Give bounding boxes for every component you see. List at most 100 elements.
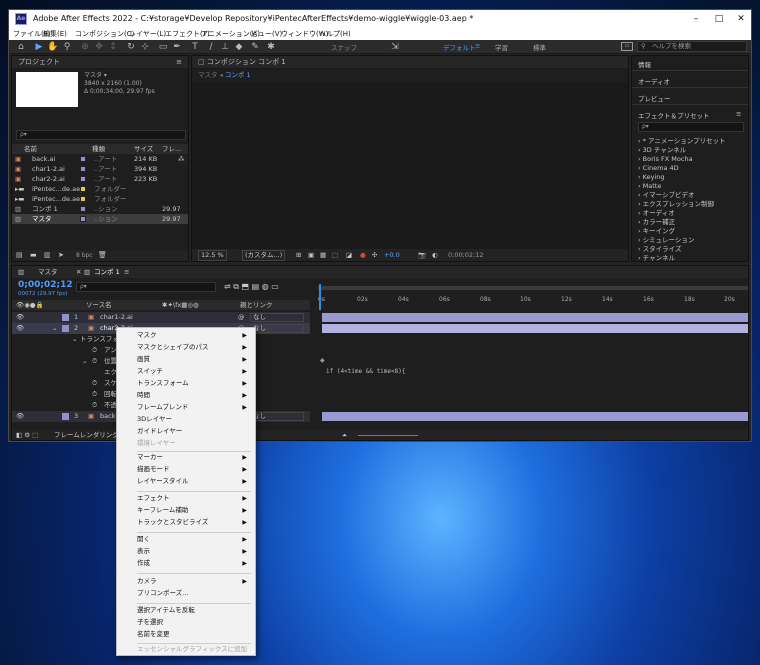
label-color[interactable] bbox=[80, 216, 86, 222]
column-name[interactable]: 名前 bbox=[24, 144, 37, 154]
comp-flowchart-icon[interactable]: ⇌ bbox=[224, 282, 231, 291]
parent-select[interactable]: なし bbox=[250, 324, 304, 333]
pan-tool-icon[interactable]: ✥ bbox=[93, 41, 105, 53]
stopwatch-icon[interactable]: ⏱ bbox=[92, 389, 97, 400]
menu-item-mask-shape-path[interactable]: マスクとシェイプのパス ▶ bbox=[117, 342, 255, 353]
mask-visibility-icon[interactable]: ⬚ bbox=[332, 249, 338, 261]
zoom-slider[interactable] bbox=[358, 435, 418, 436]
label-color[interactable] bbox=[80, 176, 86, 182]
panel-menu-icon[interactable]: ≡ bbox=[176, 56, 188, 69]
expand-icon[interactable]: ⌄ bbox=[82, 356, 87, 367]
menu-composition[interactable]: コンポジション(C) bbox=[75, 29, 134, 39]
visibility-icon[interactable]: 👁 bbox=[16, 323, 24, 334]
pen-tool-icon[interactable]: ✒ bbox=[171, 41, 183, 53]
layer-row[interactable]: 👁 1 ▣ char1-2.ai @ なし bbox=[12, 312, 310, 323]
clone-stamp-tool-icon[interactable]: ⊥ bbox=[219, 41, 231, 53]
frame-blend-icon[interactable]: ▤ bbox=[252, 282, 260, 291]
motion-blur-icon[interactable]: ◍ bbox=[262, 282, 269, 291]
column-size[interactable]: サイズ bbox=[134, 144, 153, 154]
work-area-bar[interactable] bbox=[318, 286, 748, 290]
hand-tool-icon[interactable]: ✋ bbox=[47, 41, 59, 53]
menu-item-camera[interactable]: カメラ ▶ bbox=[117, 576, 255, 587]
info-panel-tab[interactable]: 情報 bbox=[638, 59, 651, 69]
visibility-icon[interactable]: 👁 bbox=[16, 312, 24, 323]
stopwatch-icon[interactable]: ⏱ bbox=[92, 400, 97, 411]
footer-toggle-icons[interactable]: ◧ ⚙ ⬚ bbox=[16, 430, 38, 440]
menu-item-invert-selection[interactable]: 選択アイテムを反転 bbox=[117, 605, 255, 616]
project-item[interactable]: ▣ char2-2.ai ..アート 223 KB bbox=[12, 174, 188, 184]
snap-icon[interactable]: ⇲ bbox=[389, 41, 401, 53]
snapshot-icon[interactable]: ▣ bbox=[308, 249, 314, 261]
timeline-timecode[interactable]: 0;00;02;12 bbox=[18, 280, 73, 290]
label-color[interactable] bbox=[62, 325, 69, 332]
menu-item-select-children[interactable]: 子を選択 bbox=[117, 617, 255, 628]
label-color[interactable] bbox=[80, 206, 86, 212]
effects-menu-icon[interactable]: ≡ bbox=[736, 110, 741, 118]
tab-master[interactable]: マスタ bbox=[38, 266, 58, 278]
workspace-standard[interactable]: 標準 bbox=[533, 42, 546, 52]
close-button[interactable]: ✕ bbox=[734, 12, 748, 26]
selection-tool-icon[interactable]: ▶ bbox=[33, 41, 45, 53]
snapping-label[interactable]: スナップ bbox=[331, 42, 357, 52]
effect-category[interactable]: › チャンネル bbox=[632, 253, 675, 261]
label-color[interactable] bbox=[80, 166, 86, 172]
menu-item-switch[interactable]: スイッチ ▶ bbox=[117, 366, 255, 377]
roto-brush-tool-icon[interactable]: ✎ bbox=[249, 41, 261, 53]
rectangle-tool-icon[interactable]: ▭ bbox=[157, 41, 169, 53]
project-item-selected[interactable]: ▥ マスタ ..ション 29.97 bbox=[12, 214, 188, 224]
exposure-value[interactable]: +0.0 bbox=[384, 249, 400, 261]
stopwatch-icon[interactable]: ⏱ bbox=[92, 356, 97, 367]
project-item[interactable]: ▣ back.ai ..アート 214 KB ⁂ bbox=[12, 154, 188, 164]
new-folder-icon[interactable]: ▬ bbox=[30, 250, 37, 261]
channel-icon[interactable]: ● bbox=[360, 249, 366, 261]
lock-icon[interactable]: ▢ bbox=[198, 58, 207, 66]
menu-item-keyframe-assistant[interactable]: キーフレーム補助 ▶ bbox=[117, 505, 255, 516]
parent-select[interactable]: なし bbox=[250, 412, 304, 421]
layer-duration-bar[interactable] bbox=[322, 324, 748, 333]
eraser-tool-icon[interactable]: ◆ bbox=[233, 41, 245, 53]
workspace-default[interactable]: デフォルト bbox=[443, 42, 476, 52]
label-color[interactable] bbox=[62, 314, 69, 321]
stopwatch-icon[interactable]: ⏱ bbox=[92, 345, 97, 356]
composition-viewer[interactable] bbox=[192, 82, 628, 249]
text-tool-icon[interactable]: T bbox=[189, 41, 201, 53]
pickwhip-icon[interactable]: @ bbox=[238, 312, 245, 323]
grid-icon[interactable]: ⊞ bbox=[296, 249, 301, 261]
parent-select[interactable]: なし bbox=[250, 313, 304, 322]
tab-close-icon[interactable]: ✕ bbox=[76, 266, 81, 278]
project-search-input[interactable]: ρ▾ bbox=[16, 130, 186, 140]
zoom-out-icon[interactable]: ⏶ bbox=[342, 430, 347, 440]
color-management-icon[interactable]: ✣ bbox=[372, 249, 377, 261]
camera-icon[interactable]: 📷 bbox=[418, 249, 426, 261]
bit-depth[interactable]: 8 bpc bbox=[76, 250, 93, 261]
dolly-tool-icon[interactable]: ↕ bbox=[107, 41, 119, 53]
timeline-search-input[interactable]: ρ▾ bbox=[76, 282, 216, 292]
stopwatch-icon[interactable]: ⏱ bbox=[92, 378, 97, 389]
expand-icon[interactable]: ⌄ bbox=[52, 323, 57, 334]
menu-item-track-stabilize[interactable]: トラックとスタビライズ ▶ bbox=[117, 517, 255, 528]
menu-item-rename[interactable]: 名前を変更 bbox=[117, 629, 255, 640]
menu-item-reveal[interactable]: 表示 ▶ bbox=[117, 546, 255, 557]
menu-item-3d-layer[interactable]: 3Dレイヤー bbox=[117, 414, 255, 425]
expression-text[interactable]: if (4<time && time<8){ bbox=[326, 368, 405, 375]
workspace-learn[interactable]: 学習 bbox=[495, 42, 508, 52]
zoom-tool-icon[interactable]: ⚲ bbox=[61, 41, 73, 53]
maximize-button[interactable]: □ bbox=[712, 12, 726, 26]
help-search-input[interactable]: ⚲ ヘルプを検索 bbox=[637, 41, 747, 52]
label-color[interactable] bbox=[80, 196, 86, 202]
effects-search-input[interactable]: ρ▾ bbox=[638, 122, 744, 132]
region-of-interest-icon[interactable]: ◪ bbox=[346, 249, 352, 261]
breadcrumb-master[interactable]: マスタ bbox=[198, 71, 218, 79]
workspace-menu-icon[interactable]: ≡ bbox=[475, 42, 480, 50]
current-time[interactable]: 0;00;02;12 bbox=[448, 249, 484, 261]
tab-menu-icon[interactable]: ≡ bbox=[124, 266, 129, 278]
menu-item-precompose[interactable]: プリコンポーズ... bbox=[117, 588, 255, 599]
puppet-tool-icon[interactable]: ✱ bbox=[265, 41, 277, 53]
menu-item-frame-blend[interactable]: フレームブレンド ▶ bbox=[117, 402, 255, 413]
column-parent[interactable]: 親とリンク bbox=[240, 300, 273, 310]
new-composition-icon[interactable]: ▥ bbox=[44, 250, 51, 261]
keyframe-icon[interactable]: ◆ bbox=[320, 357, 325, 364]
interpret-footage-icon[interactable]: ▤ bbox=[16, 250, 23, 261]
menu-item-blend-mode[interactable]: 描画モード ▶ bbox=[117, 464, 255, 475]
menu-item-guide-layer[interactable]: ガイドレイヤー bbox=[117, 426, 255, 437]
